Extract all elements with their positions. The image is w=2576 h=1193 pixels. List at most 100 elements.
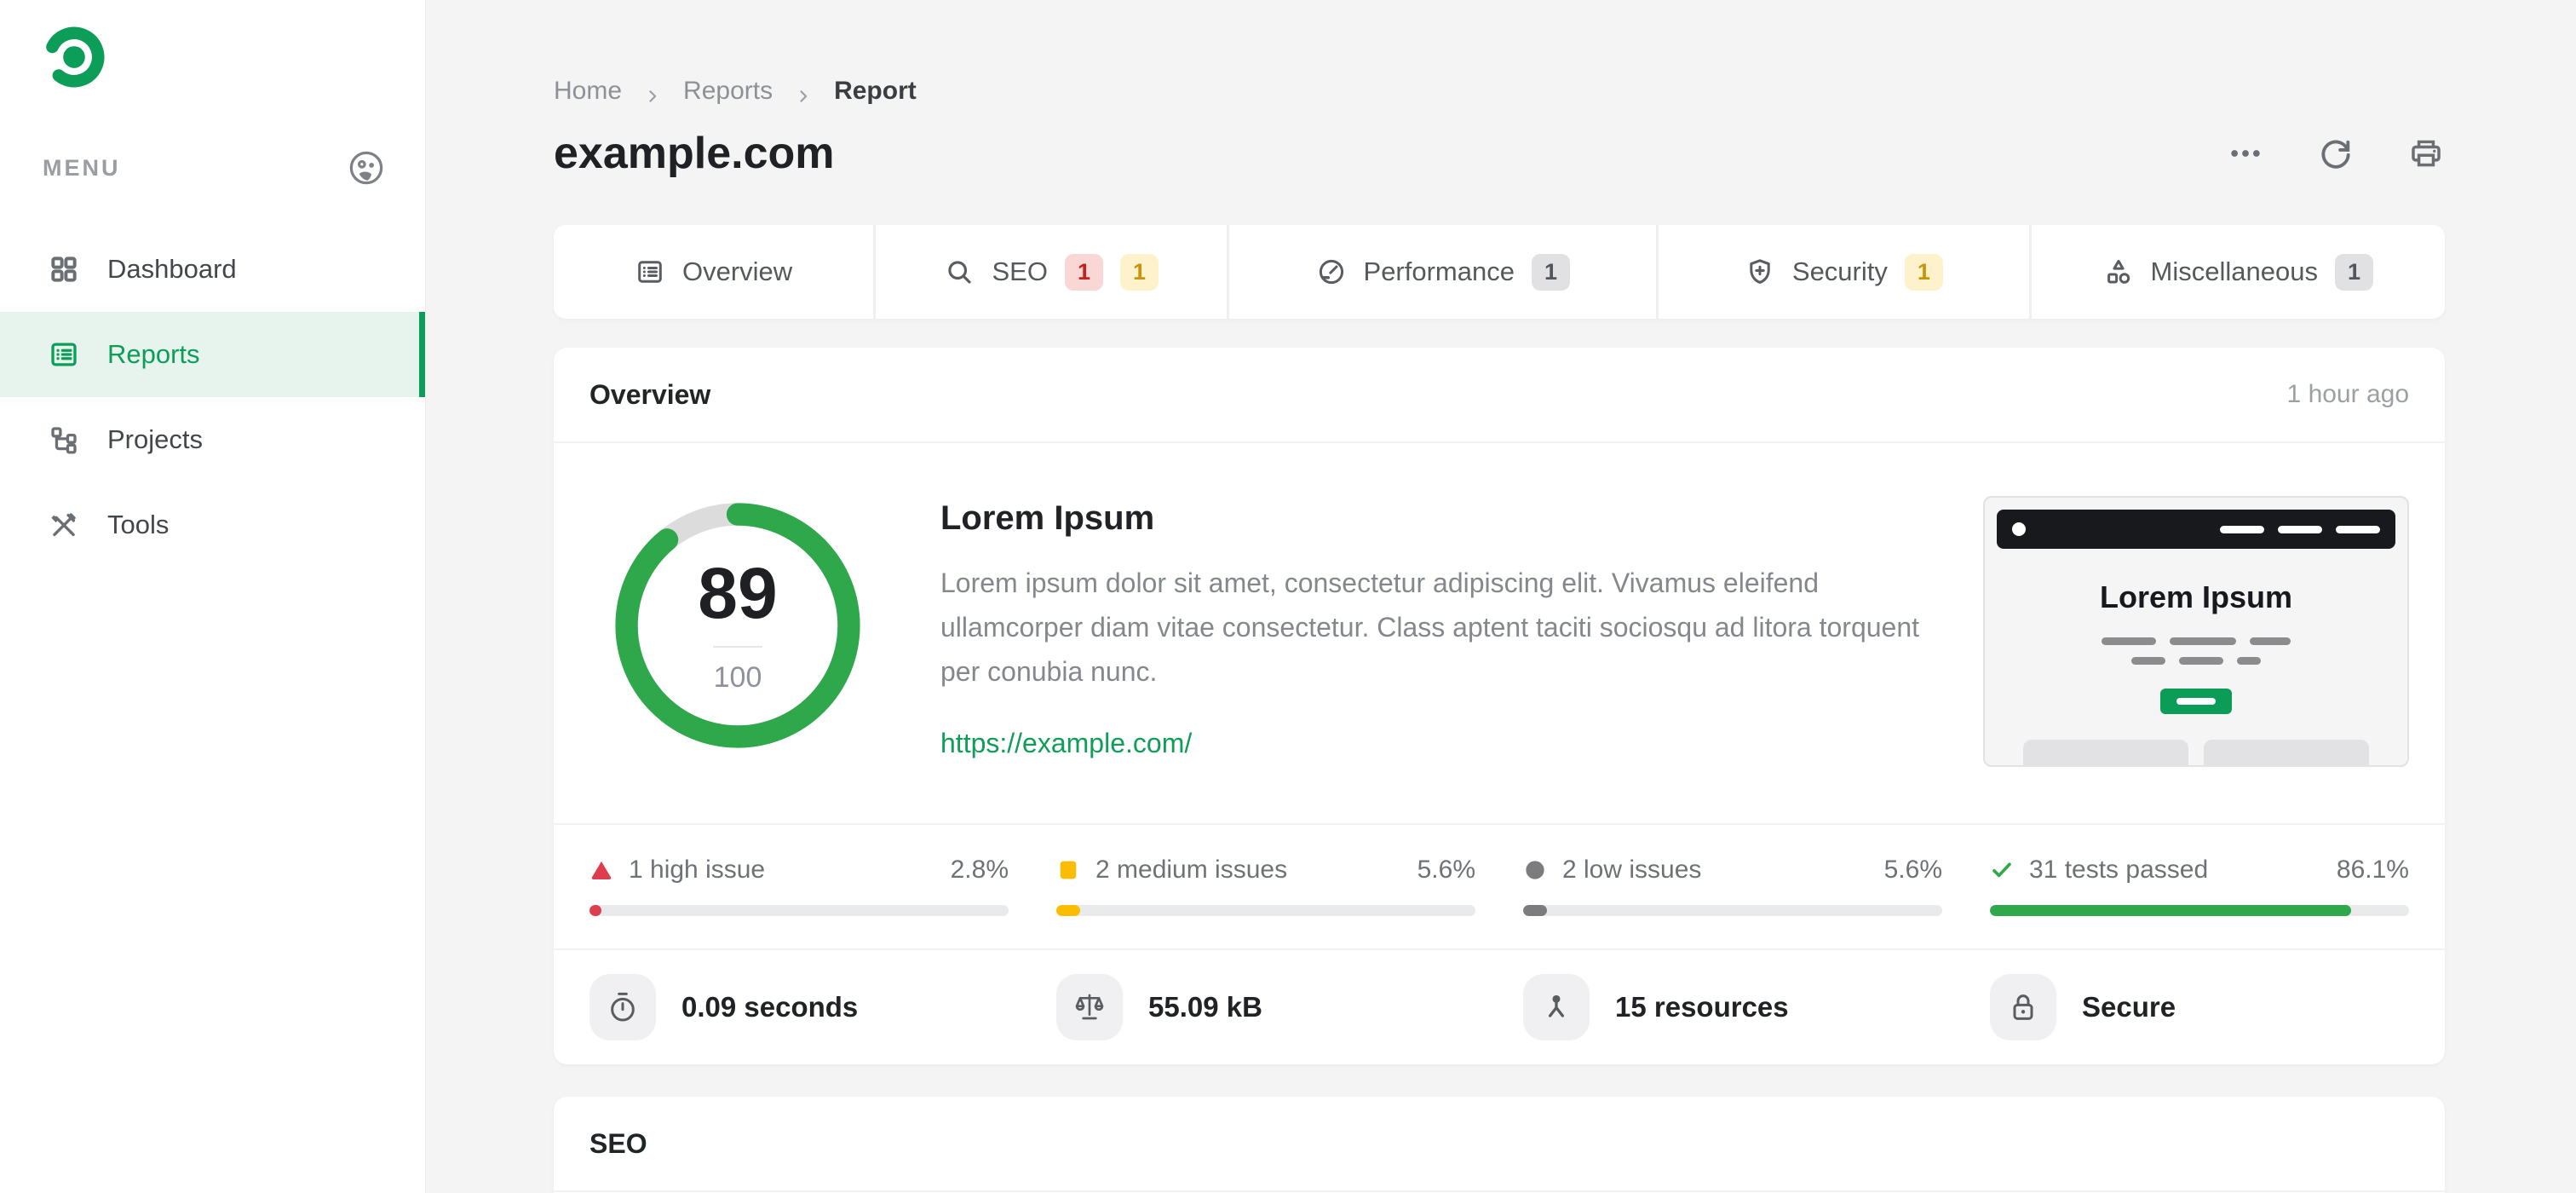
page-title: example.com: [554, 129, 835, 178]
print-button[interactable]: [2407, 135, 2445, 172]
metric-value: 55.09 kB: [1148, 991, 1262, 1023]
square-icon: [1056, 858, 1080, 882]
tab-badge-neutral: 1: [1531, 253, 1571, 291]
projects-icon: [48, 424, 80, 456]
score-center: 89 100: [613, 501, 862, 750]
stat-tests-passed: 31 tests passed 86.1%: [1990, 856, 2409, 916]
thumbnail-footer-blocks: [2023, 740, 2369, 765]
menu-row: MENU: [43, 148, 386, 187]
timer-icon: [589, 974, 656, 1040]
site-thumbnail: Lorem Ipsum: [1983, 496, 2409, 767]
stat-label: 1 high issue: [629, 856, 766, 884]
overview-card-title: Overview: [589, 378, 711, 410]
site-info: Lorem Ipsum Lorem ipsum dolor sit amet, …: [940, 499, 1983, 767]
chevron-right-icon: [644, 83, 661, 102]
stat-medium-issues: 2 medium issues 5.6%: [1056, 856, 1475, 916]
tab-overview[interactable]: Overview: [554, 225, 873, 319]
sidebar-nav: Dashboard Reports Projects Tools: [0, 227, 425, 568]
page-header: example.com: [554, 126, 2445, 181]
tab-label: SEO: [992, 256, 1048, 286]
tab-miscellaneous[interactable]: Miscellaneous 1: [2028, 225, 2445, 319]
resources-icon: [1523, 974, 1590, 1040]
stat-percent: 2.8%: [950, 856, 1009, 884]
site-name: Lorem Ipsum: [940, 499, 1155, 537]
app-logo-icon[interactable]: [39, 22, 109, 92]
breadcrumb: Home Reports Report: [554, 77, 2445, 106]
breadcrumb-current: Report: [834, 77, 917, 105]
thumbnail-browser-bar: [1997, 510, 2395, 549]
site-url-link[interactable]: https://example.com/: [940, 728, 1192, 759]
refresh-button[interactable]: [2317, 135, 2355, 172]
stat-label: 2 medium issues: [1095, 856, 1288, 884]
sidebar-item-label: Tools: [107, 510, 170, 539]
progress-fill: [1056, 905, 1080, 916]
tab-performance[interactable]: Performance 1: [1227, 225, 1656, 319]
breadcrumb-home[interactable]: Home: [554, 77, 622, 106]
stat-label: 2 low issues: [1562, 856, 1702, 884]
sidebar-item-label: Projects: [107, 424, 203, 454]
overview-body: 89 100 Lorem Ipsum Lorem ipsum dolor sit…: [554, 443, 2445, 823]
tab-security[interactable]: Security 1: [1656, 225, 2028, 319]
thumbnail-nav-lines: [2220, 525, 2380, 533]
scale-icon: [1056, 974, 1123, 1040]
header-actions: [2227, 135, 2445, 172]
chevron-right-icon: [795, 83, 812, 102]
metric-value: 0.09 seconds: [681, 991, 859, 1023]
sidebar: MENU Dashboard Reports Projects Tools: [0, 0, 426, 1193]
check-icon: [1990, 858, 2014, 882]
stat-label: 31 tests passed: [2029, 856, 2209, 884]
triangle-icon: [589, 858, 613, 882]
sidebar-item-projects[interactable]: Projects: [0, 397, 425, 482]
metrics-row: 0.09 seconds 55.09 kB 15 resources Secur…: [554, 950, 2445, 1064]
progress-track: [1056, 905, 1475, 916]
main-content: Home Reports Report example.com Overview…: [426, 0, 2576, 1193]
tab-label: Miscellaneous: [2150, 256, 2318, 286]
speedometer-icon: [1316, 256, 1347, 287]
progress-fill: [589, 905, 601, 916]
menu-label: MENU: [43, 154, 121, 181]
progress-fill: [1523, 905, 1547, 916]
metric-value: Secure: [2082, 991, 2176, 1023]
shield-icon: [1745, 256, 1775, 287]
stat-low-issues: 2 low issues 5.6%: [1523, 856, 1942, 916]
app: MENU Dashboard Reports Projects Tools Ho…: [0, 0, 2576, 1193]
report-timestamp: 1 hour ago: [2286, 380, 2409, 408]
issue-stats-row: 1 high issue 2.8% 2 medium issues 5.6% 2…: [554, 825, 2445, 948]
breadcrumb-reports[interactable]: Reports: [683, 77, 773, 106]
sidebar-item-reports[interactable]: Reports: [0, 312, 425, 397]
overview-card: Overview 1 hour ago 89 100 Lorem Ipsum L…: [554, 348, 2445, 1064]
thumbnail-text-row: [1985, 657, 2407, 665]
site-description: Lorem ipsum dolor sit amet, consectetur …: [940, 568, 1920, 687]
tools-icon: [48, 509, 80, 541]
sidebar-item-label: Reports: [107, 339, 200, 369]
stat-percent: 5.6%: [1417, 856, 1475, 884]
metric-page-size: 55.09 kB: [1056, 974, 1475, 1040]
score-gauge: 89 100: [613, 501, 862, 750]
tab-seo[interactable]: SEO 1 1: [873, 225, 1227, 319]
score-total: 100: [713, 660, 762, 694]
more-options-button[interactable]: [2227, 135, 2264, 172]
stat-percent: 5.6%: [1883, 856, 1942, 884]
refresh-icon: [2321, 140, 2350, 169]
circle-icon: [1523, 858, 1547, 882]
thumbnail-dot: [2012, 522, 2026, 536]
seo-card-title: SEO: [589, 1127, 647, 1159]
sidebar-item-tools[interactable]: Tools: [0, 482, 425, 568]
tab-label: Overview: [681, 256, 793, 286]
progress-fill: [1990, 905, 2351, 916]
metric-value: 15 resources: [1615, 991, 1789, 1023]
face-icon[interactable]: [347, 148, 386, 187]
metric-resources: 15 resources: [1523, 974, 1942, 1040]
printer-icon: [2412, 140, 2441, 167]
thumbnail-title: Lorem Ipsum: [2099, 579, 2293, 614]
tab-badge-medium: 1: [1904, 253, 1943, 291]
search-icon: [944, 256, 975, 287]
stat-percent: 86.1%: [2336, 856, 2409, 884]
score-divider: [713, 645, 762, 648]
sidebar-item-dashboard[interactable]: Dashboard: [0, 227, 425, 312]
progress-track: [589, 905, 1009, 916]
progress-track: [1990, 905, 2409, 916]
tab-label: Security: [1791, 256, 1888, 286]
reports-icon: [48, 338, 80, 371]
list-icon: [635, 256, 665, 287]
